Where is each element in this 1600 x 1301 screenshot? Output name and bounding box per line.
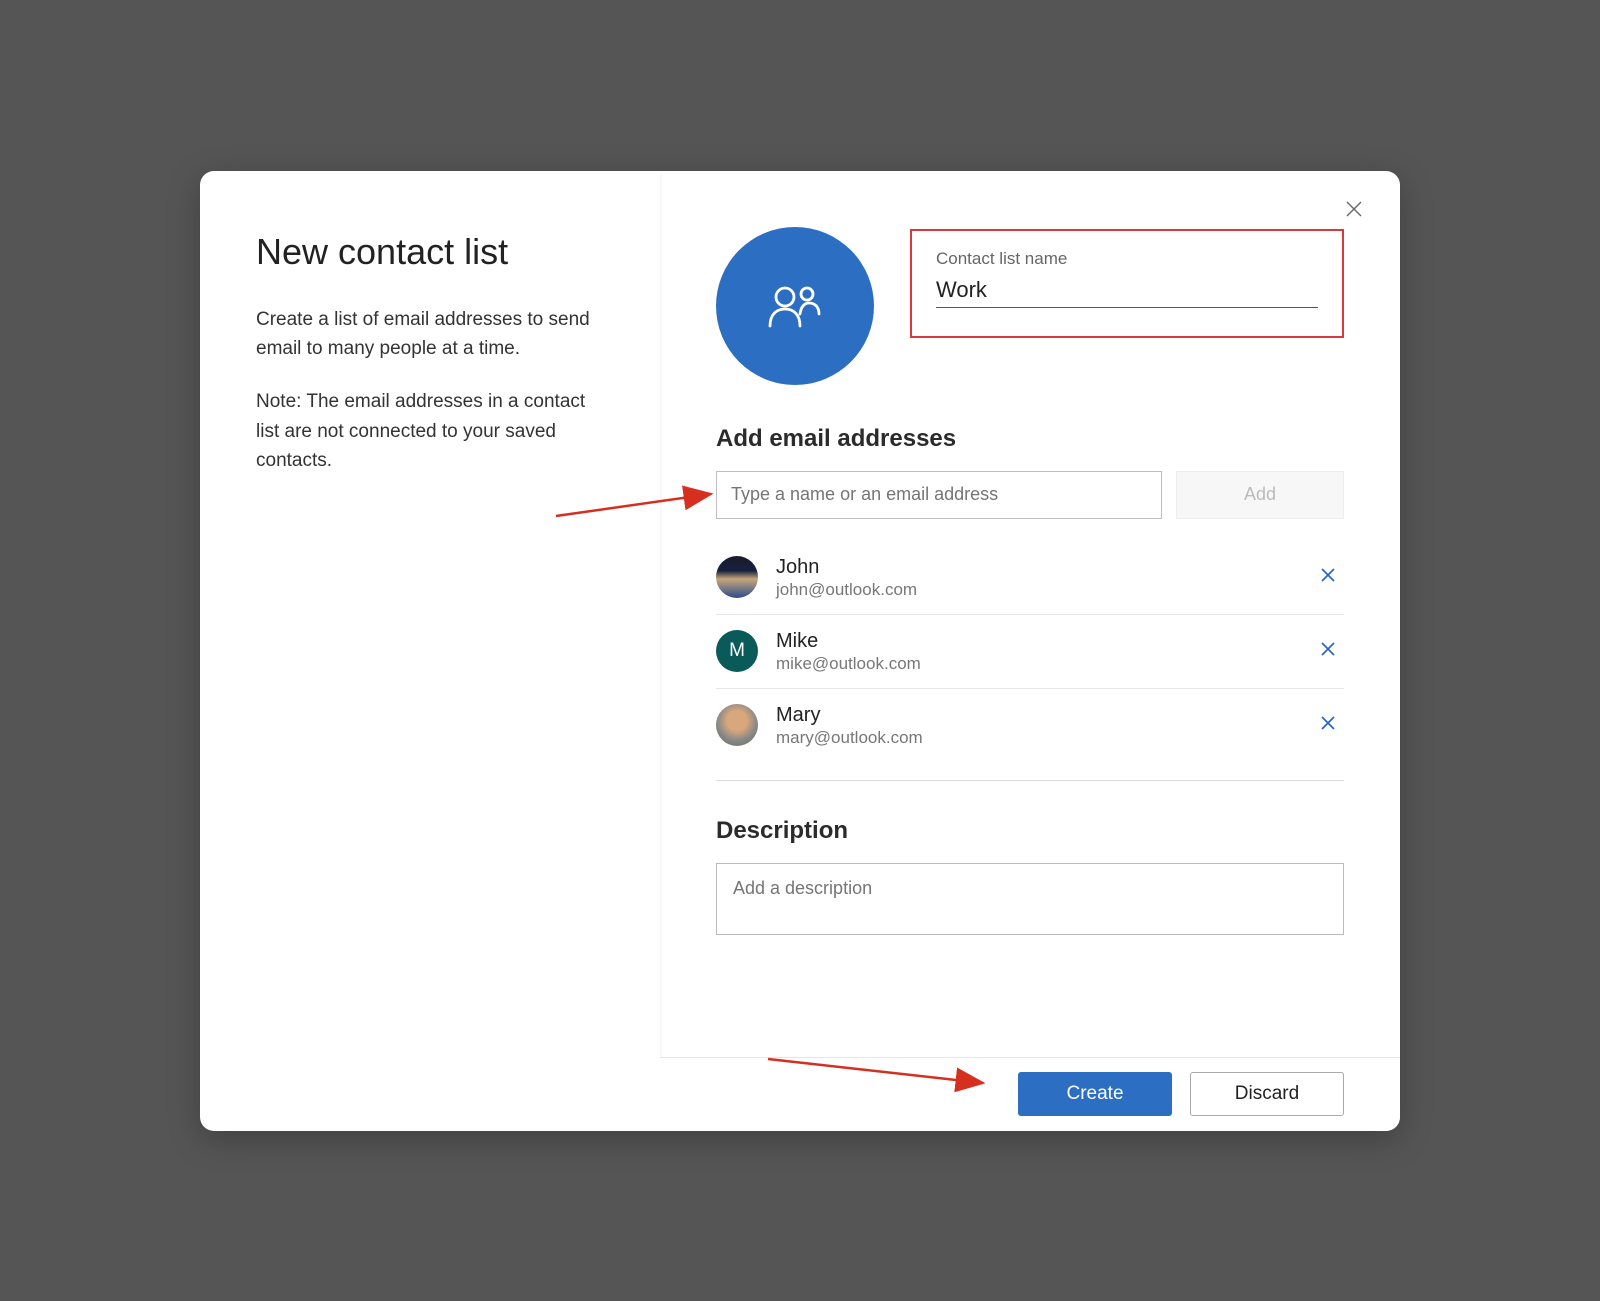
description-heading: Description bbox=[716, 817, 1344, 845]
info-panel: New contact list Create a list of email … bbox=[200, 171, 660, 1131]
contact-name: John bbox=[776, 555, 1312, 579]
remove-contact-button[interactable] bbox=[1312, 707, 1344, 744]
contact-email: mary@outlook.com bbox=[776, 728, 1312, 748]
close-icon bbox=[1320, 641, 1336, 657]
close-icon bbox=[1320, 567, 1336, 583]
dialog-title: New contact list bbox=[256, 231, 612, 273]
dialog-description-2: Note: The email addresses in a contact l… bbox=[256, 387, 612, 475]
contact-avatar: M bbox=[716, 630, 758, 672]
email-address-input[interactable] bbox=[716, 471, 1162, 519]
contact-list-name-label: Contact list name bbox=[936, 249, 1318, 269]
contact-avatar bbox=[716, 556, 758, 598]
contact-list-avatar bbox=[716, 227, 874, 385]
people-icon bbox=[767, 284, 823, 328]
remove-contact-button[interactable] bbox=[1312, 633, 1344, 670]
remove-contact-button[interactable] bbox=[1312, 559, 1344, 596]
close-button[interactable] bbox=[1340, 195, 1368, 223]
contact-info: Mikemike@outlook.com bbox=[776, 629, 1312, 674]
contact-list-name-field-highlight: Contact list name Work bbox=[910, 229, 1344, 338]
contact-row: M Mikemike@outlook.com bbox=[716, 615, 1344, 689]
dialog-footer: Create Discard bbox=[660, 1057, 1400, 1131]
add-button[interactable]: Add bbox=[1176, 471, 1344, 519]
new-contact-list-dialog: New contact list Create a list of email … bbox=[200, 171, 1400, 1131]
contact-name: Mary bbox=[776, 703, 1312, 727]
section-divider bbox=[716, 780, 1344, 781]
contact-list-name-input[interactable]: Work bbox=[936, 277, 1318, 308]
contact-row: Johnjohn@outlook.com bbox=[716, 541, 1344, 615]
contact-info: Marymary@outlook.com bbox=[776, 703, 1312, 748]
discard-button[interactable]: Discard bbox=[1190, 1072, 1344, 1116]
description-input[interactable] bbox=[716, 863, 1344, 935]
close-icon bbox=[1320, 715, 1336, 731]
form-panel: Contact list name Work Add email address… bbox=[660, 171, 1400, 1131]
close-icon bbox=[1346, 201, 1362, 217]
contact-email: mike@outlook.com bbox=[776, 654, 1312, 674]
contact-info: Johnjohn@outlook.com bbox=[776, 555, 1312, 600]
contact-row: Marymary@outlook.com bbox=[716, 689, 1344, 762]
dialog-description-1: Create a list of email addresses to send… bbox=[256, 305, 612, 364]
contact-name: Mike bbox=[776, 629, 1312, 653]
create-button[interactable]: Create bbox=[1018, 1072, 1172, 1116]
contact-avatar bbox=[716, 704, 758, 746]
add-emails-heading: Add email addresses bbox=[716, 425, 1344, 453]
contact-email: john@outlook.com bbox=[776, 580, 1312, 600]
